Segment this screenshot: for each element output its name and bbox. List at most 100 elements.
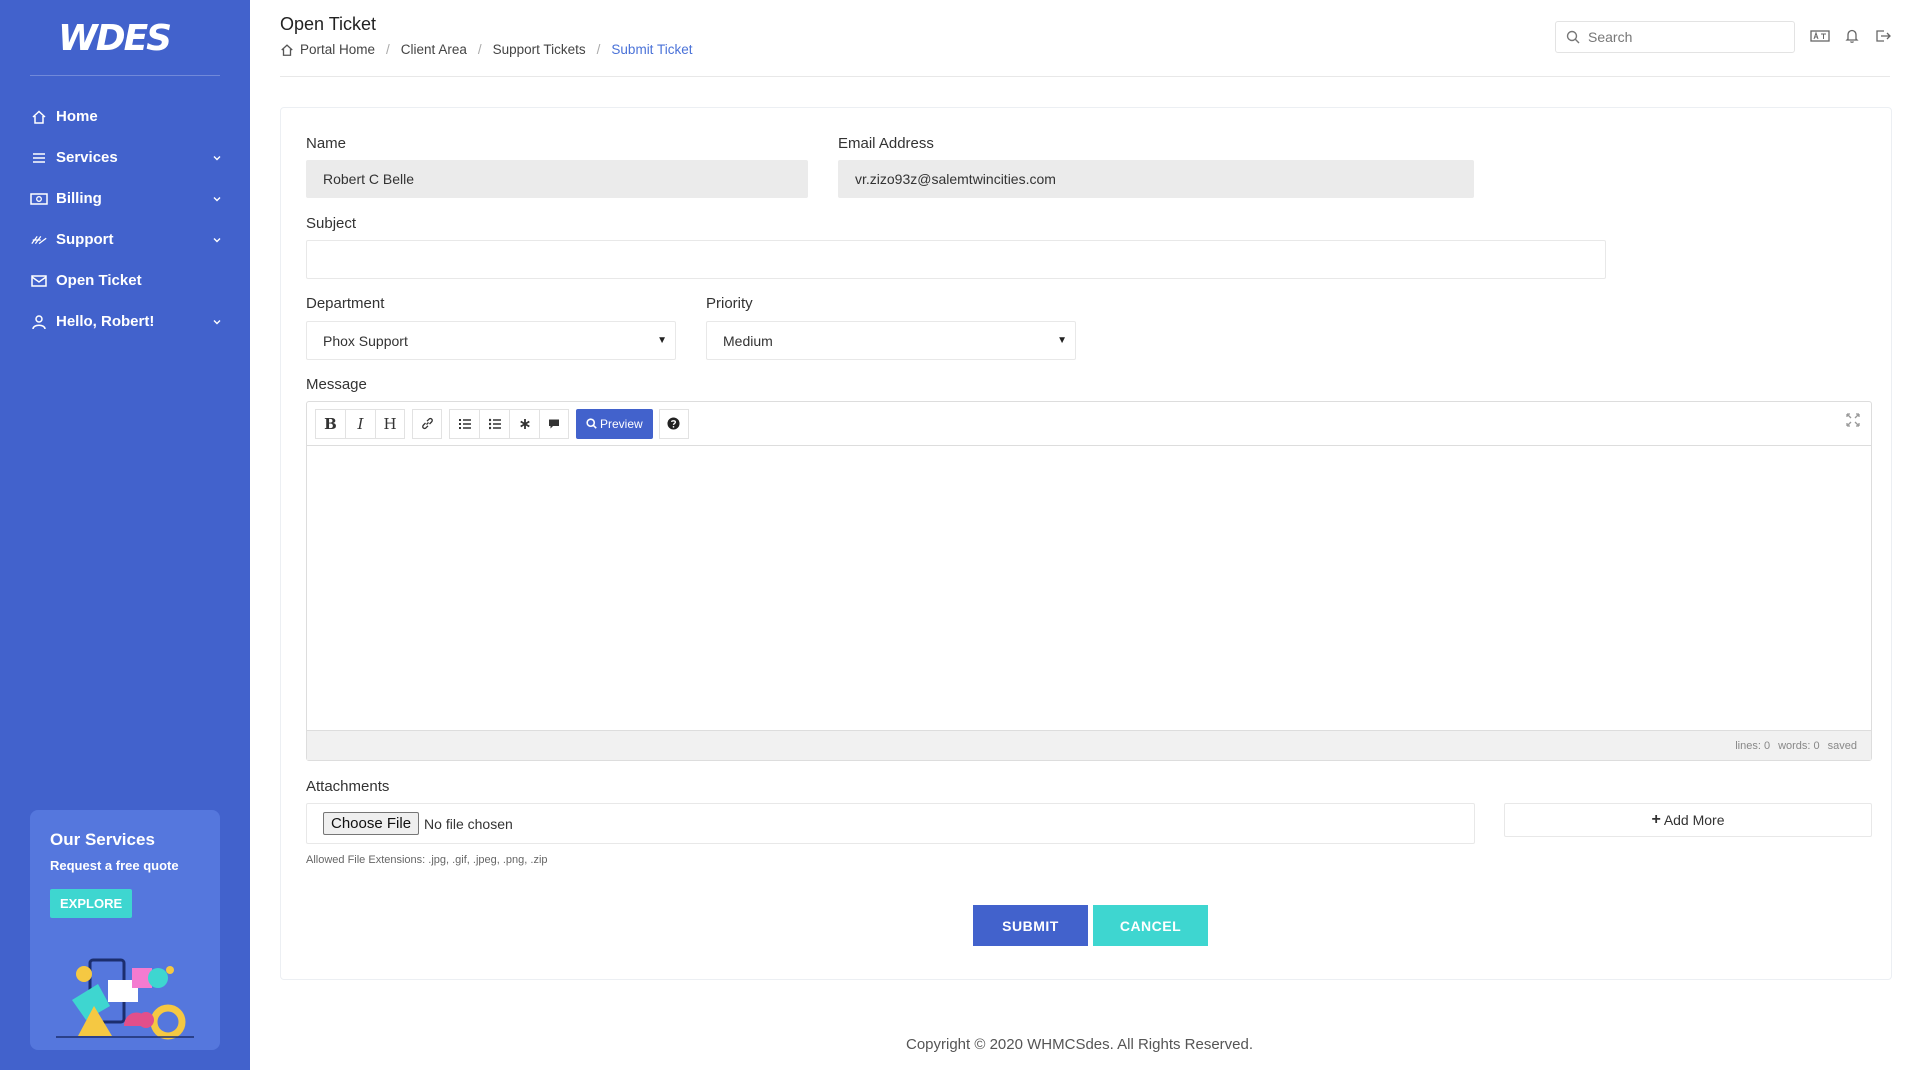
add-more-label: Add More bbox=[1663, 812, 1725, 828]
department-select[interactable]: Phox Support ▼ bbox=[306, 321, 676, 360]
link-button[interactable] bbox=[412, 408, 442, 439]
sidebar-nav: Home Services Billing Support Open Ticke… bbox=[0, 96, 250, 342]
breadcrumb: Portal Home / Client Area / Support Tick… bbox=[280, 42, 692, 57]
search-input[interactable]: Search bbox=[1588, 29, 1632, 45]
brand-logo[interactable]: WDES bbox=[58, 18, 194, 58]
priority-value: Medium bbox=[723, 332, 773, 349]
italic-button[interactable]: I bbox=[345, 408, 375, 439]
quote-button[interactable] bbox=[539, 408, 569, 439]
editor-statusbar: lines: 0 words: 0 saved bbox=[307, 730, 1871, 760]
status-words: words: 0 bbox=[1778, 739, 1820, 752]
submit-button[interactable]: SUBMIT bbox=[973, 905, 1088, 946]
question-circle-icon bbox=[667, 417, 680, 430]
breadcrumb-submit-ticket: Submit Ticket bbox=[611, 42, 693, 57]
comment-icon bbox=[549, 419, 559, 428]
topbar-icons bbox=[1810, 28, 1892, 44]
sidebar-item-label: Hello, Robert! bbox=[56, 313, 155, 330]
add-more-button[interactable]: + Add More bbox=[1504, 803, 1872, 837]
allowed-extensions-note: Allowed File Extensions: .jpg, .gif, .jp… bbox=[306, 854, 548, 866]
home-icon bbox=[281, 43, 293, 56]
editor-toolbar: B I H Preview bbox=[307, 402, 1871, 446]
code-button[interactable] bbox=[509, 408, 539, 439]
name-value: Robert C Belle bbox=[323, 171, 415, 187]
chevron-down-icon bbox=[213, 196, 221, 201]
email-field: vr.zizo93z@salemtwincities.com bbox=[838, 160, 1474, 198]
search-icon bbox=[1566, 30, 1580, 44]
chevron-down-icon bbox=[213, 155, 221, 160]
link-icon bbox=[421, 417, 433, 430]
cancel-button[interactable]: CANCEL bbox=[1093, 905, 1208, 946]
attachments-label: Attachments bbox=[306, 778, 390, 795]
plus-icon: + bbox=[1651, 811, 1661, 828]
sidebar-item-user[interactable]: Hello, Robert! bbox=[0, 301, 250, 342]
sidebar-item-open-ticket[interactable]: Open Ticket bbox=[0, 260, 250, 301]
sidebar-item-label: Open Ticket bbox=[56, 272, 142, 289]
breadcrumb-separator: / bbox=[386, 42, 390, 57]
email-value: vr.zizo93z@salemtwincities.com bbox=[855, 171, 1056, 187]
message-editor: B I H Preview lines: 0 words: 0 saved bbox=[306, 401, 1872, 761]
menu-icon bbox=[30, 149, 48, 167]
breadcrumb-separator: / bbox=[477, 42, 482, 57]
bell-icon[interactable] bbox=[1844, 28, 1860, 44]
status-lines: lines: 0 bbox=[1735, 739, 1771, 752]
sidebar-item-support[interactable]: Support bbox=[0, 219, 250, 260]
language-icon[interactable] bbox=[1810, 28, 1830, 44]
no-file-label: No file chosen bbox=[424, 815, 513, 832]
message-label: Message bbox=[306, 376, 367, 393]
explore-button[interactable]: EXPLORE bbox=[50, 889, 133, 918]
sidebar-divider bbox=[30, 75, 220, 76]
sidebar-item-label: Billing bbox=[56, 190, 102, 207]
chevron-down-icon bbox=[213, 319, 221, 324]
priority-select[interactable]: Medium ▼ bbox=[706, 321, 1076, 360]
sidebar-item-label: Support bbox=[56, 231, 114, 248]
page-title: Open Ticket bbox=[280, 14, 377, 34]
sidebar-item-services[interactable]: Services bbox=[0, 137, 250, 178]
attachment-file-input: Choose File No file chosen bbox=[306, 803, 1475, 844]
priority-label: Priority bbox=[706, 295, 753, 312]
asterisk-icon bbox=[519, 418, 530, 429]
promo-title: Our Services bbox=[50, 830, 155, 849]
status-saved: saved bbox=[1827, 739, 1857, 752]
promo-illustration bbox=[56, 958, 194, 1040]
sidebar-item-billing[interactable]: Billing bbox=[0, 178, 250, 219]
preview-button[interactable]: Preview bbox=[576, 408, 653, 439]
sidebar-item-home[interactable]: Home bbox=[0, 96, 250, 137]
logout-icon[interactable] bbox=[1874, 28, 1892, 44]
footer-copyright: Copyright © 2020 WHMCSdes. All Rights Re… bbox=[906, 1036, 1254, 1053]
money-icon bbox=[30, 190, 48, 208]
svg-text:WDES: WDES bbox=[58, 18, 170, 58]
heading-button[interactable]: H bbox=[375, 408, 405, 439]
bold-button[interactable]: B bbox=[315, 408, 345, 439]
subject-label: Subject bbox=[306, 215, 357, 232]
sidebar-item-label: Services bbox=[56, 149, 118, 166]
bullet-list-button[interactable] bbox=[479, 408, 509, 439]
ordered-list-icon bbox=[458, 418, 471, 429]
unordered-list-icon bbox=[488, 418, 501, 429]
mail-icon bbox=[30, 272, 48, 290]
home-icon bbox=[30, 108, 48, 126]
breadcrumb-client-area[interactable]: Client Area bbox=[401, 42, 467, 57]
breadcrumb-support-tickets[interactable]: Support Tickets bbox=[493, 42, 586, 57]
message-textarea[interactable] bbox=[307, 446, 1871, 730]
sidebar: WDES Home Services Billing Support Open … bbox=[0, 0, 250, 1070]
search-icon bbox=[586, 418, 597, 429]
choose-file-button[interactable]: Choose File bbox=[323, 812, 420, 835]
numbered-list-button[interactable] bbox=[449, 408, 479, 439]
caret-down-icon: ▼ bbox=[1057, 335, 1067, 346]
breadcrumb-portal-home[interactable]: Portal Home bbox=[300, 42, 375, 57]
sidebar-item-label: Home bbox=[56, 108, 98, 125]
fullscreen-icon[interactable] bbox=[1845, 412, 1861, 428]
department-value: Phox Support bbox=[323, 332, 408, 349]
help-button[interactable] bbox=[658, 408, 689, 439]
promo-card: Our Services Request a free quote EXPLOR… bbox=[30, 810, 220, 1050]
header-divider bbox=[280, 76, 1890, 77]
support-icon bbox=[30, 231, 48, 249]
search-box[interactable]: Search bbox=[1555, 21, 1795, 53]
chevron-down-icon bbox=[213, 237, 221, 242]
subject-input[interactable] bbox=[306, 240, 1606, 279]
caret-down-icon: ▼ bbox=[657, 335, 667, 346]
name-label: Name bbox=[306, 135, 347, 152]
preview-label: Preview bbox=[600, 416, 643, 431]
name-field: Robert C Belle bbox=[306, 160, 808, 198]
breadcrumb-separator: / bbox=[596, 42, 601, 57]
